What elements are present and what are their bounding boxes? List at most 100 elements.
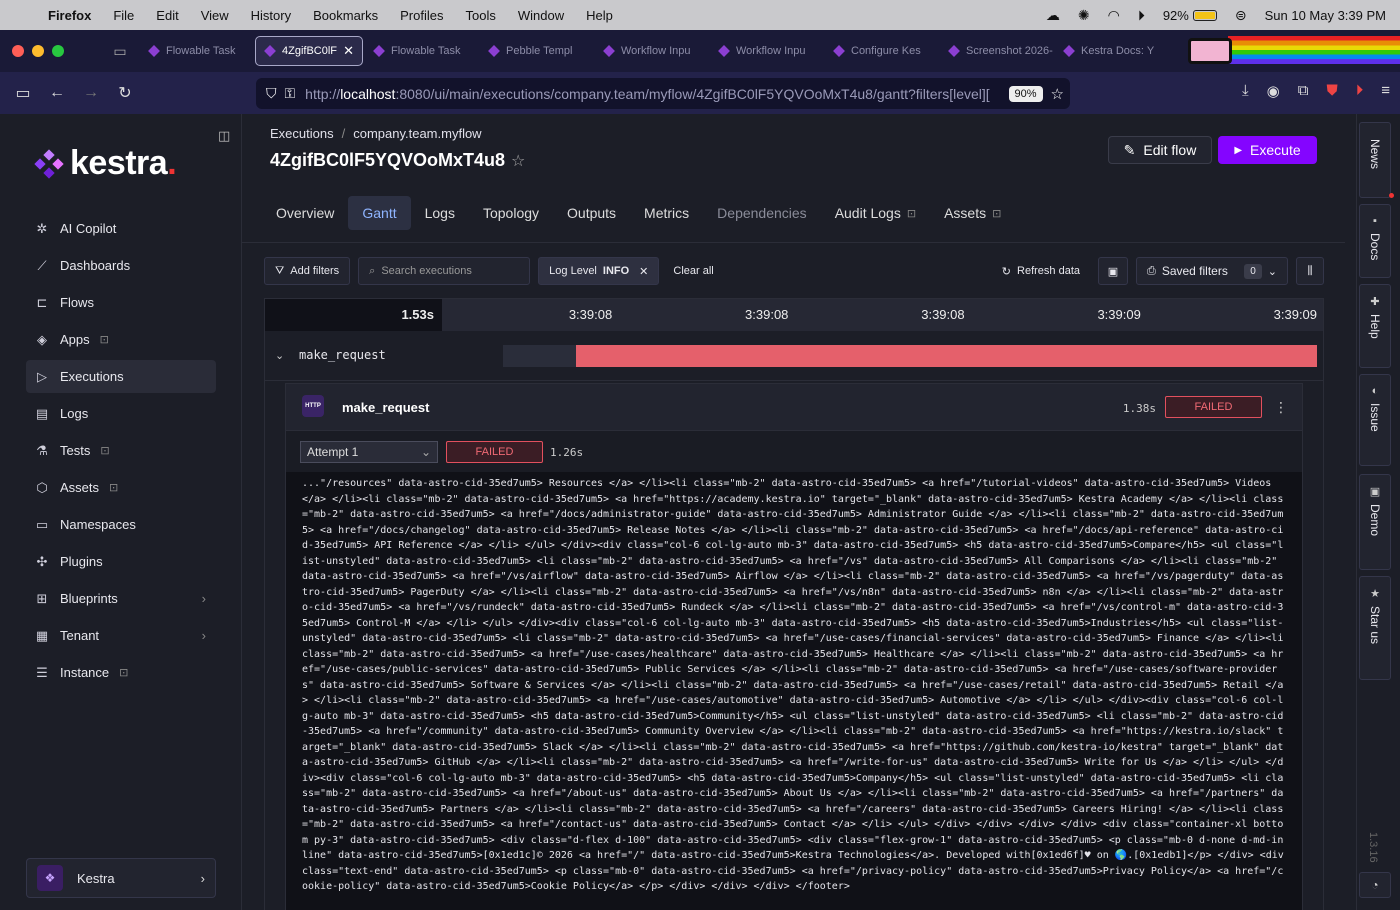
menu-item-help[interactable]: Help bbox=[586, 8, 613, 23]
browser-tab[interactable]: Workflow Inpu bbox=[710, 36, 823, 66]
sidebar-item-plugins[interactable]: ✣ Plugins bbox=[26, 545, 216, 578]
cloud-icon[interactable]: ☁ bbox=[1046, 7, 1060, 24]
lock-icon: ⊡ bbox=[119, 667, 129, 679]
sidebar-toggle-icon[interactable]: ▭ bbox=[6, 83, 40, 103]
forward-arrow-icon[interactable]: → bbox=[74, 84, 108, 102]
key-icon[interactable]: ⚿ bbox=[285, 85, 296, 102]
menu-item-edit[interactable]: Edit bbox=[156, 8, 178, 23]
tab-overview[interactable]: Overview bbox=[262, 196, 348, 230]
rail-help[interactable]: ✚ Help bbox=[1359, 284, 1391, 368]
breadcrumb-executions[interactable]: Executions bbox=[270, 126, 334, 141]
back-arrow-icon[interactable]: ← bbox=[40, 84, 74, 102]
rail-star-us[interactable]: ★ Star us bbox=[1359, 576, 1391, 680]
menu-item-bookmarks[interactable]: Bookmarks bbox=[313, 8, 378, 23]
log-level-filter-chip[interactable]: Log Level INFO ✕ bbox=[538, 257, 660, 285]
gantt-bar-failed[interactable] bbox=[576, 345, 1317, 367]
close-tab-icon[interactable]: ✕ bbox=[343, 43, 354, 59]
rail-issue[interactable]: ◐ Issue bbox=[1359, 374, 1391, 466]
browser-tab[interactable]: Kestra Docs: Y bbox=[1055, 36, 1168, 66]
rail-docs[interactable]: ▪ Docs bbox=[1359, 204, 1391, 278]
saved-filters-dropdown[interactable]: ⎙ Saved filters 0 ⌄ bbox=[1136, 257, 1288, 285]
refresh-data-button[interactable]: ↻ Refresh data bbox=[992, 257, 1090, 285]
theme-toggle-icon[interactable]: ◔ bbox=[1359, 872, 1391, 898]
remove-filter-icon[interactable]: ✕ bbox=[639, 265, 648, 278]
tab-assets[interactable]: Assets ⊡ bbox=[930, 196, 1015, 230]
clock[interactable]: Sun 10 May 3:39 PM bbox=[1265, 8, 1386, 23]
favorite-star-icon[interactable]: ☆ bbox=[511, 153, 525, 170]
zoom-window-button[interactable] bbox=[52, 45, 64, 57]
browser-tab[interactable]: Screenshot 2026- bbox=[940, 36, 1053, 66]
sidebar-item-tenant[interactable]: ▦ Tenant › bbox=[26, 619, 216, 652]
breadcrumb-flow[interactable]: company.team.myflow bbox=[353, 126, 481, 141]
play-circle-icon[interactable]: ⏵ bbox=[1138, 7, 1145, 24]
minimize-window-button[interactable] bbox=[32, 45, 44, 57]
sidebar-item-blueprints[interactable]: ⊞ Blueprints › bbox=[26, 582, 216, 615]
menu-item-tools[interactable]: Tools bbox=[466, 8, 496, 23]
menu-item-window[interactable]: Window bbox=[518, 8, 564, 23]
tab-metrics[interactable]: Metrics bbox=[630, 196, 703, 230]
attempt-select[interactable]: Attempt 1 ⌄ bbox=[300, 441, 438, 463]
sidebar-item-ai-copilot[interactable]: ✲ AI Copilot bbox=[26, 212, 216, 245]
ublock-icon[interactable]: ⛊ bbox=[1326, 82, 1337, 100]
browser-tab[interactable]: Configure Kes bbox=[825, 36, 938, 66]
sidebar-item-namespaces[interactable]: ▭ Namespaces bbox=[26, 508, 216, 541]
url-bar[interactable]: ⛉ ⚿ http://localhost:8080/ui/main/execut… bbox=[256, 78, 1070, 109]
kestra-logo[interactable]: kestra. bbox=[34, 144, 177, 183]
tenant-switcher[interactable]: ❖ Kestra › bbox=[26, 858, 216, 898]
shield-icon[interactable]: ⛉ bbox=[266, 85, 277, 102]
account-icon[interactable]: ◉ bbox=[1267, 82, 1280, 100]
menu-item-history[interactable]: History bbox=[251, 8, 291, 23]
sidebar-item-logs[interactable]: ▤ Logs bbox=[26, 397, 216, 430]
browser-tab-label: 4ZgifBC0lF bbox=[282, 45, 338, 57]
menu-item-firefox[interactable]: Firefox bbox=[48, 8, 91, 23]
tab-gantt[interactable]: Gantt bbox=[348, 196, 411, 230]
sun-icon[interactable]: ✺ bbox=[1078, 7, 1090, 24]
tab-logs[interactable]: Logs bbox=[411, 196, 469, 230]
browser-tab[interactable]: 4ZgifBC0lF ✕ bbox=[255, 36, 363, 66]
browser-tab[interactable]: Flowable Task bbox=[140, 36, 253, 66]
wifi-icon[interactable]: ◠ bbox=[1108, 7, 1120, 24]
extensions-icon[interactable]: ⧉ bbox=[1298, 82, 1309, 100]
execute-button[interactable]: ▶ Execute bbox=[1218, 136, 1317, 164]
add-filters-button[interactable]: ⛛ Add filters bbox=[264, 257, 351, 285]
menu-item-file[interactable]: File bbox=[113, 8, 134, 23]
tab-topology[interactable]: Topology bbox=[469, 196, 553, 230]
browser-tab[interactable]: Flowable Task bbox=[365, 36, 478, 66]
tab-outputs[interactable]: Outputs bbox=[553, 196, 630, 230]
record-icon[interactable]: ⏵ bbox=[1356, 82, 1364, 100]
sidebar-item-tests[interactable]: ⚗ Tests ⊡ bbox=[26, 434, 216, 467]
collapse-chevron-icon[interactable]: ⌄ bbox=[275, 349, 284, 362]
rail-demo[interactable]: ▣ Demo bbox=[1359, 474, 1391, 570]
sidebar-item-executions[interactable]: ▷ Executions bbox=[26, 360, 216, 393]
menu-item-view[interactable]: View bbox=[201, 8, 229, 23]
edit-flow-button[interactable]: ✎ Edit flow bbox=[1108, 136, 1212, 164]
menu-item-profiles[interactable]: Profiles bbox=[400, 8, 443, 23]
browser-tab[interactable]: Pebble Templ bbox=[480, 36, 593, 66]
control-center-icon[interactable]: ⊜ bbox=[1235, 7, 1247, 24]
tab-audit-logs[interactable]: Audit Logs ⊡ bbox=[821, 196, 930, 230]
browser-tab[interactable]: Workflow Inpu bbox=[595, 36, 708, 66]
bookmark-star-icon[interactable]: ☆ bbox=[1051, 85, 1064, 103]
search-input[interactable]: ⌕ Search executions bbox=[358, 257, 531, 285]
sidebar-item-dashboards[interactable]: ⟋ Dashboards bbox=[26, 249, 216, 282]
sidebar-item-flows[interactable]: ⊏ Flows bbox=[26, 286, 216, 319]
tab-dependencies[interactable]: Dependencies bbox=[703, 196, 821, 230]
kebab-menu-icon[interactable]: ⋮ bbox=[1274, 399, 1288, 416]
close-window-button[interactable] bbox=[12, 45, 24, 57]
save-filter-button[interactable]: ▣ bbox=[1098, 257, 1128, 285]
sidebar-item-instance[interactable]: ☰ Instance ⊡ bbox=[26, 656, 216, 689]
hamburger-menu-icon[interactable]: ≡ bbox=[1381, 82, 1390, 100]
clear-all-button[interactable]: Clear all bbox=[667, 257, 719, 285]
zoom-level[interactable]: 90% bbox=[1008, 85, 1043, 102]
sidebar-item-apps[interactable]: ◈ Apps ⊡ bbox=[26, 323, 216, 356]
collapse-sidebar-icon[interactable]: ◫ bbox=[218, 128, 230, 144]
tab-overview-icon[interactable]: ▭ bbox=[100, 43, 140, 60]
sidebar-item-assets[interactable]: ⬡ Assets ⊡ bbox=[26, 471, 216, 504]
battery-indicator[interactable]: 92% bbox=[1163, 8, 1217, 23]
table-settings-button[interactable]: ⫼ bbox=[1296, 257, 1324, 285]
gantt-task-row[interactable]: ⌄ make_request bbox=[265, 331, 1323, 381]
rail-news[interactable]: News bbox=[1359, 122, 1394, 198]
reload-icon[interactable]: ↻ bbox=[108, 83, 142, 103]
log-output[interactable]: ..."/resources" data-astro-cid-35ed7um5>… bbox=[286, 472, 1302, 910]
download-icon[interactable]: ⤓ bbox=[1242, 82, 1249, 100]
